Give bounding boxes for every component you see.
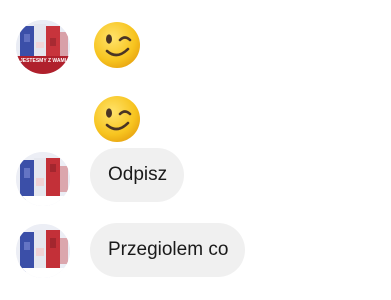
- winking-face-icon: [92, 20, 142, 70]
- message-bubble[interactable]: Odpisz: [90, 148, 185, 202]
- avatar[interactable]: JESTEŚMY Z WAMI: [16, 20, 70, 74]
- avatar[interactable]: [16, 224, 70, 278]
- winking-face-icon: [92, 94, 142, 144]
- chat-thread: JESTEŚMY Z WAMI Odpisz Przegiolem co: [0, 0, 391, 300]
- message-text: Przegiolem co: [108, 239, 229, 260]
- avatar[interactable]: [16, 152, 70, 206]
- avatar-caption: JESTEŚMY Z WAMI: [19, 58, 67, 64]
- message-bubble[interactable]: Przegiolem co: [90, 223, 246, 277]
- message-text: Odpisz: [108, 164, 168, 185]
